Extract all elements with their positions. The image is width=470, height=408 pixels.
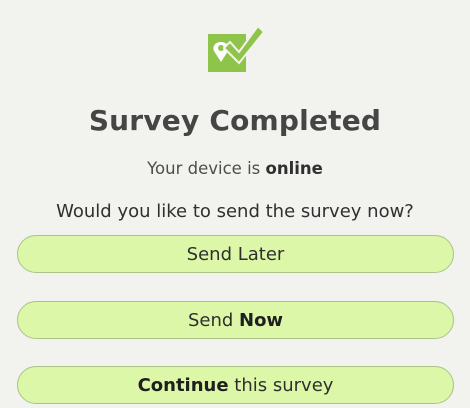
survey-completed-screen: Survey Completed Your device is online W…: [0, 0, 470, 408]
continue-survey-button[interactable]: Continue this survey: [17, 366, 454, 404]
survey-complete-logo-icon: [208, 24, 266, 72]
continue-label-suffix: this survey: [228, 374, 334, 396]
send-later-label: Send Later: [186, 243, 285, 265]
continue-label-emphasis: Continue: [137, 374, 229, 396]
send-now-label-prefix: Send: [187, 309, 239, 331]
device-status-value: online: [265, 159, 323, 178]
page-title: Survey Completed: [88, 104, 382, 137]
device-status: Your device is online: [0, 159, 470, 178]
send-later-button[interactable]: Send Later: [17, 235, 454, 273]
send-now-button[interactable]: Send Now: [17, 301, 454, 339]
send-now-label-emphasis: Now: [239, 309, 284, 331]
send-question: Would you like to send the survey now?: [56, 201, 414, 222]
device-status-prefix: Your device is: [147, 159, 266, 178]
